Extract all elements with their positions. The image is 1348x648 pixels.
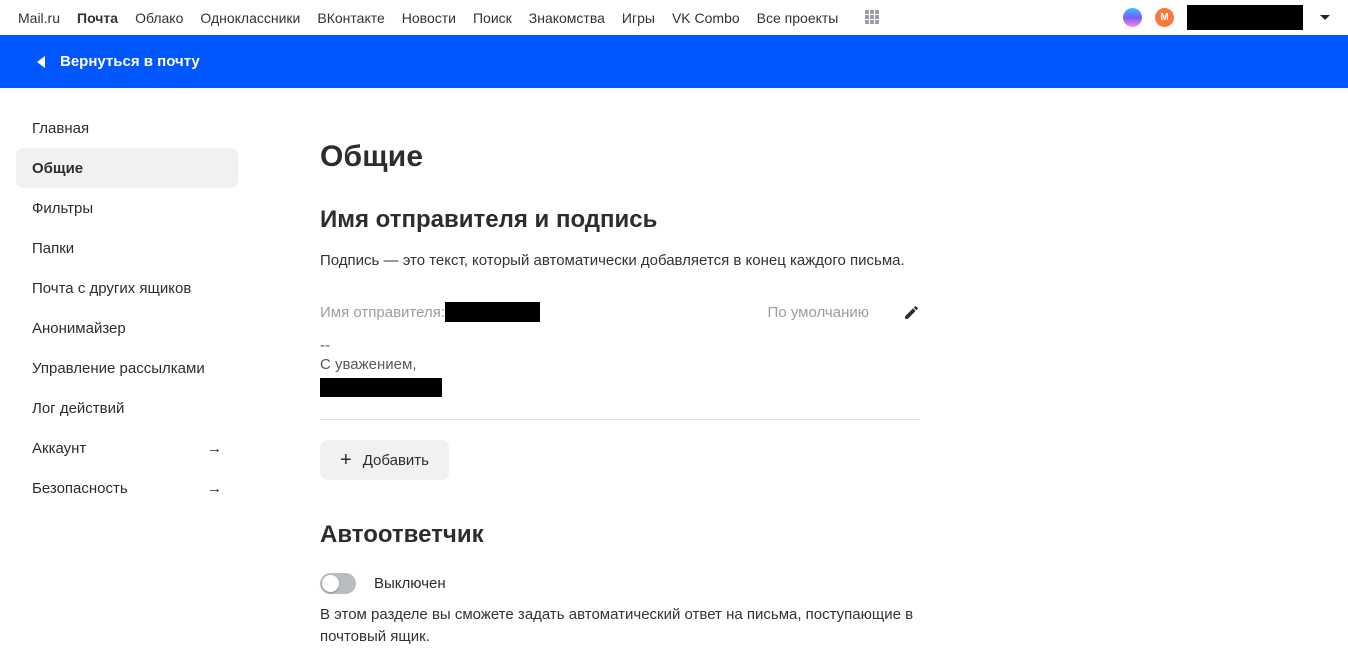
nav-item-novosti[interactable]: Новости — [402, 10, 456, 26]
sidebar-item-pochta-s-drugih[interactable]: Почта с других ящиков — [16, 268, 238, 308]
sidebar-item-akkaunt[interactable]: Аккаунт → — [16, 428, 238, 468]
settings-sidebar: Главная Общие Фильтры Папки Почта с друг… — [0, 88, 320, 648]
sidebar-item-bezopasnost[interactable]: Безопасность → — [16, 468, 238, 508]
redacted-sender-name — [445, 302, 540, 322]
plus-icon: + — [340, 450, 352, 470]
page-title: Общие — [320, 140, 920, 174]
external-arrow-icon: → — [207, 480, 222, 497]
toggle-knob — [322, 575, 339, 592]
nav-item-poisk[interactable]: Поиск — [473, 10, 512, 26]
signature-line-regards: С уважением, — [320, 355, 920, 374]
external-arrow-icon: → — [207, 440, 222, 457]
nav-item-igry[interactable]: Игры — [622, 10, 655, 26]
default-badge: По умолчанию — [768, 304, 869, 321]
signature-section-title: Имя отправителя и подпись — [320, 206, 920, 234]
pencil-icon — [903, 304, 920, 321]
autoresponder-section-title: Автоответчик — [320, 521, 920, 549]
sender-row: Имя отправителя: По умолчанию — [320, 302, 920, 322]
back-arrow-icon — [37, 56, 45, 68]
add-signature-button[interactable]: + Добавить — [320, 440, 449, 480]
autoresponder-toggle-row: Выключен — [320, 573, 920, 594]
autoresponder-state-label: Выключен — [374, 575, 446, 592]
settings-content: Общие Имя отправителя и подпись Подпись … — [320, 88, 920, 648]
edit-signature-button[interactable] — [903, 304, 920, 321]
back-to-mail-label: Вернуться в почту — [60, 53, 200, 70]
topnav-right-cluster: М — [1123, 5, 1330, 30]
redacted-username — [1187, 5, 1303, 30]
nav-item-vk-combo[interactable]: VK Combo — [672, 10, 740, 26]
nav-item-vkontakte[interactable]: ВКонтакте — [317, 10, 384, 26]
back-to-mail-banner[interactable]: Вернуться в почту — [0, 35, 1348, 88]
services-topnav: Mail.ru Почта Облако Одноклассники ВКонт… — [0, 0, 1348, 35]
sidebar-item-glavnaya[interactable]: Главная — [16, 108, 238, 148]
nav-item-pochta[interactable]: Почта — [77, 10, 118, 26]
nav-item-mailru[interactable]: Mail.ru — [18, 10, 60, 26]
chevron-down-icon[interactable] — [1320, 15, 1330, 20]
signature-line-dashes: -- — [320, 336, 920, 355]
nav-item-odnoklassniki[interactable]: Одноклассники — [200, 10, 300, 26]
add-button-label: Добавить — [363, 452, 429, 469]
sidebar-item-papki[interactable]: Папки — [16, 228, 238, 268]
signature-section-description: Подпись — это текст, который автоматичес… — [320, 250, 920, 272]
autoresponder-description: В этом разделе вы сможете задать автомат… — [320, 604, 920, 648]
sidebar-item-obshchie[interactable]: Общие — [16, 148, 238, 188]
section-divider — [320, 419, 920, 420]
autoresponder-toggle[interactable] — [320, 573, 356, 594]
apps-grid-icon[interactable] — [865, 10, 881, 26]
messenger-icon[interactable] — [1123, 8, 1142, 27]
nav-item-vse-proekty[interactable]: Все проекты — [757, 10, 839, 26]
services-nav-list: Mail.ru Почта Облако Одноклассники ВКонт… — [18, 10, 881, 26]
sidebar-item-filtry[interactable]: Фильтры — [16, 188, 238, 228]
redacted-signature-name — [320, 378, 442, 397]
sidebar-item-anonimizer[interactable]: Анонимайзер — [16, 308, 238, 348]
nav-item-oblako[interactable]: Облако — [135, 10, 183, 26]
sender-name-label: Имя отправителя: — [320, 304, 445, 321]
avatar[interactable]: М — [1155, 8, 1174, 27]
nav-item-znakomstva[interactable]: Знакомства — [529, 10, 605, 26]
sidebar-item-rassylki[interactable]: Управление рассылками — [16, 348, 238, 388]
signature-preview: -- С уважением, — [320, 336, 920, 402]
sidebar-item-log[interactable]: Лог действий — [16, 388, 238, 428]
